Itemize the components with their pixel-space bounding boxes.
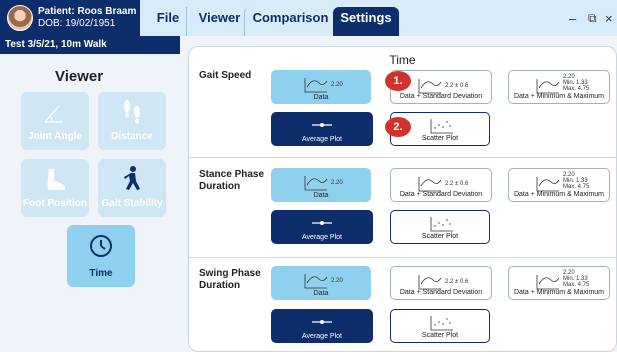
- data-minmax-option-card[interactable]: 2.20 Min. 1.33 Max. 4.75 Data + Minimum …: [508, 168, 610, 202]
- tab-viewer[interactable]: Viewer: [186, 7, 252, 36]
- data-value: 2.20: [331, 180, 343, 186]
- angle-icon: [44, 105, 63, 123]
- close-button[interactable]: ×: [605, 11, 613, 26]
- option-label: Data: [313, 94, 329, 101]
- tab-comparison[interactable]: Comparison: [244, 7, 336, 36]
- footsteps-icon: [124, 100, 140, 124]
- option-label: Data + Standard Deviation: [399, 289, 483, 296]
- row-divider: [188, 157, 617, 158]
- average-plot-option-card[interactable]: Average Plot: [271, 210, 373, 244]
- walking-person-icon: [124, 166, 140, 190]
- row-label-gait-speed: Gait Speed: [199, 70, 252, 81]
- patient-avatar: [7, 5, 33, 31]
- row-label-stance-phase: Stance Phase Duration: [199, 169, 265, 192]
- sidebar-item-label: Time: [89, 268, 113, 279]
- option-label: Data + Standard Deviation: [399, 191, 483, 198]
- foot-icon: [47, 169, 65, 190]
- sidebar-item-time[interactable]: Time: [67, 225, 135, 287]
- scatter-plot-option-card[interactable]: Scatter Plot: [390, 309, 490, 343]
- data-sd-value: 2.2 ± 0.6: [445, 181, 469, 187]
- option-label: Scatter Plot: [421, 233, 459, 240]
- data-option-card[interactable]: 2.20 Data: [271, 266, 371, 300]
- sidebar-item-foot-position[interactable]: Foot Position: [21, 159, 89, 217]
- data-max-value: Max. 4.75: [563, 184, 590, 190]
- average-plot-option-card[interactable]: Average Plot: [271, 112, 373, 146]
- clock-icon: [90, 235, 112, 257]
- option-label: Data: [313, 192, 329, 199]
- data-sd-value: 2.2 ± 0.6: [445, 279, 469, 285]
- patient-info: Patient: Roos Braam DOB: 19/02/1951: [0, 0, 140, 36]
- tab-settings[interactable]: Settings: [333, 7, 399, 36]
- data-max-value: Max. 4.75: [563, 282, 590, 288]
- data-option-card[interactable]: 2.20 Data: [271, 168, 371, 202]
- option-label: Average Plot: [302, 136, 342, 143]
- data-minmax-option-card[interactable]: 2.20 Min. 1.33 Max. 4.75 Data + Minimum …: [508, 70, 610, 104]
- row-label-swing-phase: Swing Phase Duration: [199, 268, 261, 291]
- data-max-value: Max. 4.75: [563, 86, 590, 92]
- average-plot-option-card[interactable]: Average Plot: [271, 309, 373, 343]
- annotation-badge: 1.: [385, 71, 411, 91]
- option-label: Scatter Plot: [421, 135, 459, 142]
- annotation-badge: 2.: [385, 117, 411, 137]
- sidebar-item-label: Joint Angle: [27, 131, 83, 142]
- sidebar-item-joint-angle[interactable]: Joint Angle: [21, 92, 89, 150]
- viewer-title: Viewer: [55, 68, 104, 85]
- data-sd-value: 2.2 ± 0.6: [445, 83, 469, 89]
- minimize-button[interactable]: –: [569, 11, 576, 26]
- sidebar-item-label: Foot Position: [23, 198, 87, 209]
- tab-file[interactable]: File: [146, 7, 190, 36]
- data-sd-option-card[interactable]: 2.2 ± 0.6 Data + Standard Deviation: [390, 168, 492, 202]
- row-divider: [188, 257, 617, 258]
- scatter-plot-option-card[interactable]: Scatter Plot: [390, 210, 490, 244]
- sidebar-item-distance[interactable]: Distance: [98, 92, 166, 150]
- sidebar-item-label: Gait Stability: [101, 198, 163, 209]
- data-option-card[interactable]: 2.20 Data: [271, 70, 371, 104]
- option-label: Scatter Plot: [421, 332, 459, 339]
- option-label: Data + Standard Deviation: [399, 93, 483, 100]
- data-sd-option-card[interactable]: 2.2 ± 0.6 Data + Standard Deviation: [390, 266, 492, 300]
- sidebar-item-label: Distance: [111, 131, 153, 142]
- option-label: Data + Minimum & Maximum: [513, 93, 605, 100]
- test-label: Test 3/5/21, 10m Walk: [0, 36, 180, 54]
- maximize-button[interactable]: ⧉: [588, 11, 597, 26]
- sidebar-item-gait-stability[interactable]: Gait Stability: [98, 159, 166, 217]
- option-label: Data + Minimum & Maximum: [513, 289, 605, 296]
- option-label: Average Plot: [302, 333, 342, 340]
- patient-name: Patient: Roos Braam: [38, 6, 137, 17]
- panel-title: Time: [389, 53, 416, 67]
- patient-dob: DOB: 19/02/1951: [38, 18, 116, 29]
- option-label: Data + Minimum & Maximum: [513, 191, 605, 198]
- data-value: 2.20: [331, 82, 343, 88]
- option-label: Data: [313, 290, 329, 297]
- data-value: 2.20: [331, 278, 343, 284]
- option-label: Average Plot: [302, 234, 342, 241]
- data-minmax-option-card[interactable]: 2.20 Min. 1.33 Max. 4.75 Data + Minimum …: [508, 266, 610, 300]
